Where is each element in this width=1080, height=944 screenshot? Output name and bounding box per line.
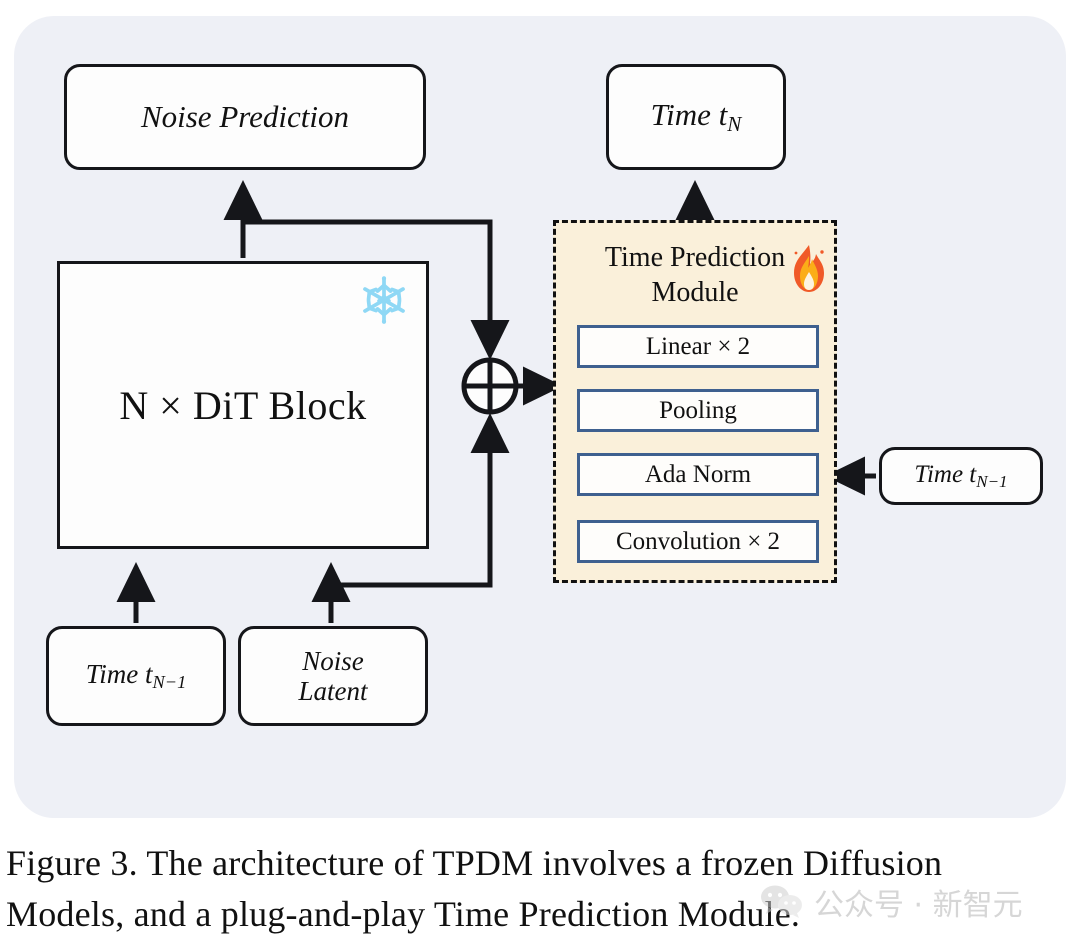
module-layer-linear: Linear × 2 [577, 325, 819, 368]
box-time-tn-minus-1-left: Time tN−1 [46, 626, 226, 726]
box-time-tn: Time tN [606, 64, 786, 170]
box-time-tn-minus-1-left-label: Time tN−1 [85, 659, 187, 693]
box-time-tn-minus-1-right: Time tN−1 [879, 447, 1043, 505]
box-noise-latent-label: Noise Latent [298, 645, 368, 706]
module-layer-convolution: Convolution × 2 [577, 520, 819, 563]
module-layer-ada-norm: Ada Norm [577, 453, 819, 496]
time-prediction-module: Time Prediction Module Linear × 2 Poolin… [553, 220, 837, 583]
module-title-line-2: Module [651, 277, 739, 308]
watermark: 公众号 · 新智元 [760, 880, 1023, 924]
module-title-line-1: Time Prediction [604, 242, 786, 273]
module-layer-pooling: Pooling [577, 389, 819, 432]
box-dit-block: N × DiT Block [57, 261, 429, 549]
wechat-icon [761, 885, 802, 918]
watermark-text: 公众号 · 新智元 [814, 888, 1023, 923]
snowflake-icon [363, 276, 405, 324]
box-time-tn-minus-1-right-label: Time tN−1 [914, 461, 1008, 491]
box-noise-latent: Noise Latent [238, 626, 428, 726]
fire-icon [794, 245, 824, 292]
box-noise-prediction: Noise Prediction [64, 64, 426, 170]
box-time-tn-label: Time tN [650, 96, 742, 136]
